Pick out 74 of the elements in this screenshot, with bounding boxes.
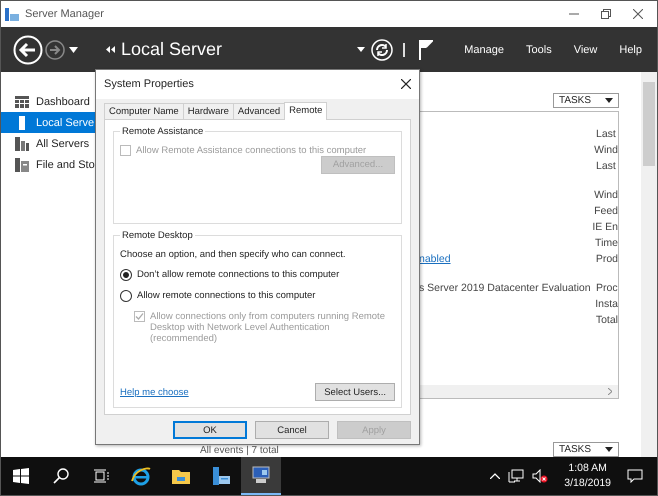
folder-icon[interactable] bbox=[172, 468, 190, 484]
tasks-button[interactable]: TASKS bbox=[552, 93, 619, 108]
menu-item[interactable]: Help bbox=[608, 44, 653, 56]
select-users-button[interactable]: Select Users... bbox=[315, 383, 395, 401]
dialog-title: System Properties bbox=[104, 78, 194, 90]
window-title: Server Manager bbox=[25, 8, 104, 20]
property-label: Last bbox=[596, 128, 616, 140]
windows-logo-icon[interactable] bbox=[13, 468, 29, 484]
grid-icon bbox=[15, 96, 29, 108]
tab[interactable]: Computer Name bbox=[104, 102, 184, 119]
radio-button[interactable] bbox=[120, 290, 132, 302]
forward-icon[interactable] bbox=[45, 40, 65, 60]
property-link[interactable]: nabled bbox=[419, 253, 451, 265]
search-icon[interactable] bbox=[53, 468, 69, 484]
notification-icon[interactable] bbox=[627, 469, 643, 483]
clock-time: 1:08 AM bbox=[568, 461, 607, 476]
task-view-icon[interactable] bbox=[93, 469, 109, 483]
sidebar-item[interactable]: All Servers bbox=[1, 133, 95, 154]
sidebar-item[interactable]: File and Sto bbox=[1, 154, 95, 175]
monitor-icon[interactable] bbox=[250, 465, 272, 485]
radio-button[interactable] bbox=[120, 268, 132, 281]
sidebar-item[interactable]: Local Serve bbox=[1, 112, 95, 133]
menu-item[interactable]: Tools bbox=[515, 44, 563, 56]
page-title: Local Server bbox=[121, 39, 222, 60]
refresh-icon[interactable] bbox=[371, 38, 394, 60]
radio-label: Allow remote connections to this computer bbox=[137, 290, 316, 302]
server-manager-icon bbox=[5, 8, 19, 20]
close-icon[interactable] bbox=[633, 9, 643, 19]
property-label: Total bbox=[596, 314, 618, 326]
network-icon[interactable] bbox=[508, 469, 524, 483]
property-label: Feed bbox=[594, 205, 618, 217]
checkbox-label: Allow Remote Assistance connections to this computer bbox=[136, 144, 366, 156]
chevron-right-icon[interactable] bbox=[608, 388, 612, 395]
events-summary: All events | 7 total bbox=[200, 444, 279, 456]
menu-item[interactable]: Manage bbox=[453, 44, 516, 56]
close-icon[interactable] bbox=[401, 79, 411, 90]
checkbox-label: Allow connections only from computers running Remote Desktop with Network Level Authentication (recommended) bbox=[150, 310, 386, 344]
menu-item[interactable]: View bbox=[562, 44, 608, 56]
property-label: Wind bbox=[594, 144, 618, 156]
tasks-button[interactable]: TASKS bbox=[552, 442, 619, 457]
back-icon[interactable] bbox=[13, 34, 43, 64]
property-label: Time bbox=[595, 237, 618, 249]
help-link[interactable]: Help me choose bbox=[120, 386, 189, 398]
server-manager-icon[interactable] bbox=[211, 466, 231, 486]
property-label: Prod bbox=[596, 253, 618, 265]
group-title: Remote Assistance bbox=[121, 126, 204, 137]
property-label: Proc bbox=[596, 282, 618, 294]
dialog-button[interactable]: Cancel bbox=[255, 421, 329, 439]
restore-icon[interactable] bbox=[601, 9, 611, 19]
flag-icon[interactable] bbox=[419, 40, 434, 60]
property-label: Insta bbox=[595, 298, 618, 310]
chevron-up-icon[interactable] bbox=[490, 473, 500, 479]
browser-icon[interactable] bbox=[131, 466, 151, 486]
muted-speaker-icon[interactable] bbox=[532, 469, 548, 483]
clock-date: 3/18/2019 bbox=[564, 476, 611, 491]
property-label: Last bbox=[596, 160, 616, 172]
caret-icon[interactable] bbox=[357, 47, 366, 52]
caret-icon[interactable] bbox=[69, 46, 78, 52]
radio-label: Don’t allow remote connections to this computer bbox=[137, 269, 340, 280]
sidebar-item[interactable]: Dashboard bbox=[1, 91, 95, 112]
caret-icon bbox=[605, 98, 613, 103]
tab[interactable]: Remote bbox=[284, 102, 328, 120]
double-caret-icon bbox=[106, 46, 115, 53]
description-text: Choose an option, and then specify who can connect. bbox=[120, 248, 347, 260]
storage-icon bbox=[15, 158, 29, 172]
property-label: Wind bbox=[594, 189, 618, 201]
group-title: Remote Desktop bbox=[121, 230, 194, 241]
taskbar-app[interactable] bbox=[241, 457, 281, 495]
separator bbox=[403, 42, 406, 56]
servers-icon bbox=[15, 136, 29, 150]
property-label: IE En bbox=[592, 221, 618, 233]
dialog-button[interactable]: OK bbox=[173, 421, 247, 439]
caret-icon bbox=[605, 447, 613, 452]
scrollbar[interactable] bbox=[641, 72, 657, 457]
